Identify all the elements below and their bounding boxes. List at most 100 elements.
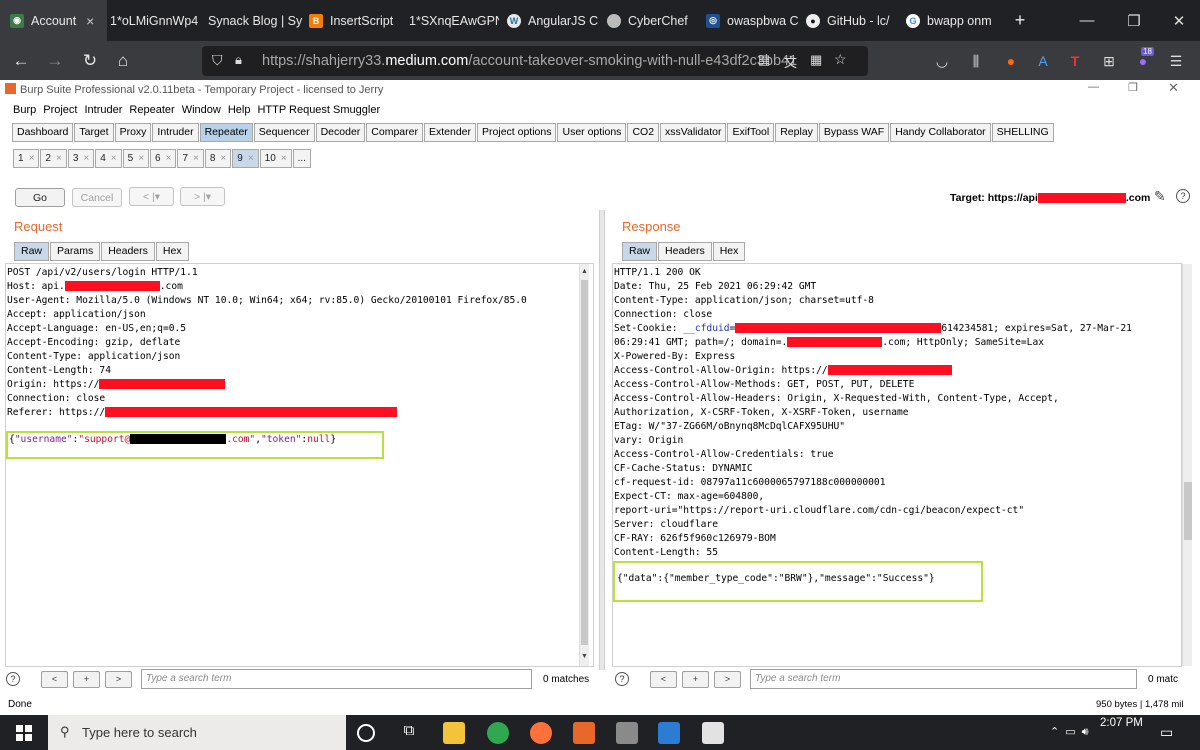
grid-icon[interactable]: ▦ [810, 52, 822, 68]
tab-target[interactable]: Target [74, 123, 114, 142]
request-body[interactable]: {"username":"support@ .com","token":null} [9, 433, 336, 447]
target-help-icon[interactable]: ? [1176, 189, 1190, 203]
close-tab-icon[interactable]: × [111, 153, 117, 164]
extensions-icon[interactable]: ⊞ [1098, 50, 1120, 72]
repeater-tab-more[interactable]: ... [292, 149, 311, 168]
scroll-up-icon[interactable]: ▲ [580, 268, 589, 275]
task-view-icon[interactable]: ⧉ [398, 722, 420, 744]
browser-tab-angularjs[interactable]: W AngularJS C [507, 0, 599, 41]
cortana-icon[interactable] [357, 724, 375, 742]
tab-sequencer[interactable]: Sequencer [253, 123, 315, 142]
close-tab-icon[interactable]: × [83, 153, 89, 164]
edit-target-icon[interactable]: ✎ [1154, 188, 1166, 205]
menu-intruder[interactable]: Intruder [85, 104, 123, 116]
response-tab-hex[interactable]: Hex [712, 242, 746, 261]
url-bar[interactable]: ⛉ 🔒︎ https://shahjerry33.medium.com/acco… [202, 46, 868, 76]
menu-project[interactable]: Project [43, 104, 77, 116]
search-add-button[interactable]: + [682, 670, 709, 688]
repeater-tab-8[interactable]: 8 × [204, 149, 232, 168]
browser-tab-synack[interactable]: Synack Blog | Sy [208, 0, 303, 41]
response-scrollbar[interactable] [1182, 264, 1192, 666]
tab-replay[interactable]: Replay [775, 123, 818, 142]
repeater-tab-1[interactable]: 1 × [13, 149, 40, 168]
repeater-tab-9[interactable]: 9 × [232, 149, 259, 168]
cancel-button[interactable]: Cancel [72, 188, 122, 207]
burp-taskbar-icon[interactable] [573, 722, 595, 744]
menu-http-request-smuggler[interactable]: HTTP Request Smuggler [257, 104, 380, 116]
request-tab-hex[interactable]: Hex [155, 242, 189, 261]
search-prev-button[interactable]: < [650, 670, 677, 688]
browser-tab-cyberchef[interactable]: CyberChef [607, 0, 697, 41]
tab-handy-collaborator[interactable]: Handy Collaborator [890, 123, 991, 142]
reload-icon[interactable]: ↻ [77, 48, 103, 74]
browser-tab-image-2[interactable]: 1*SXnqEAwGPN [409, 0, 499, 41]
system-tray-icons[interactable]: ⌃▭🔊︎ [1050, 725, 1095, 739]
close-tab-icon[interactable]: × [248, 153, 254, 164]
extension-fox-icon[interactable]: ● [1000, 50, 1022, 72]
back-icon[interactable]: ← [8, 48, 34, 74]
browser-tab-github[interactable]: ● GitHub - lc/ [806, 0, 898, 41]
extension-translate-icon[interactable]: A [1032, 50, 1054, 72]
notification-icon[interactable]: ▭ [1160, 724, 1173, 741]
tab-exiftool[interactable]: ExifTool [727, 123, 775, 142]
close-tab-icon[interactable]: × [281, 153, 287, 164]
windows-start-icon[interactable] [16, 725, 32, 741]
taskbar-clock[interactable]: 2:07 PM [1100, 717, 1143, 729]
translate-icon[interactable]: 文 [784, 52, 797, 71]
tab-bypass-waf[interactable]: Bypass WAF [818, 123, 890, 142]
repeater-tab-3[interactable]: 3 × [67, 149, 95, 168]
menu-repeater[interactable]: Repeater [129, 104, 174, 116]
request-tab-raw[interactable]: Raw [14, 242, 50, 261]
extension-t-icon[interactable]: T [1064, 50, 1086, 72]
pocket-icon[interactable]: ◡ [931, 50, 953, 72]
tab-project-options[interactable]: Project options [477, 123, 557, 142]
close-tab-icon[interactable]: × [166, 153, 172, 164]
tab-decoder[interactable]: Decoder [315, 123, 366, 142]
tab-comparer[interactable]: Comparer [366, 123, 423, 142]
minimize-icon[interactable]: — [1064, 0, 1110, 41]
tab-extender[interactable]: Extender [423, 123, 477, 142]
response-scroll-thumb[interactable] [1184, 482, 1192, 540]
menu-help[interactable]: Help [228, 104, 251, 116]
repeater-tab-4[interactable]: 4 × [95, 149, 122, 168]
close-tab-icon[interactable]: × [56, 153, 62, 164]
browser-tab-bwapp[interactable]: G bwapp onm [906, 0, 996, 41]
close-window-icon[interactable]: ✕ [1156, 0, 1200, 41]
request-scroll-thumb[interactable] [581, 280, 588, 645]
browser-tab-image-1[interactable]: 1*oLMiGnnWp4 [110, 0, 198, 41]
burp-close-icon[interactable]: ✕ [1168, 80, 1179, 96]
menu-burp[interactable]: Burp [13, 104, 36, 116]
request-help-icon[interactable]: ? [6, 672, 20, 686]
taskbar-search-box[interactable]: ⚲ Type here to search [48, 715, 346, 750]
new-tab-button[interactable]: + [1005, 0, 1035, 41]
tab-intruder[interactable]: Intruder [152, 123, 199, 142]
mail-icon[interactable] [658, 722, 680, 744]
browser-tab-owaspbwa[interactable]: ◎ owaspbwa C [706, 0, 798, 41]
repeater-tab-6[interactable]: 6 × [150, 149, 177, 168]
reader-view-icon[interactable]: ▤ [758, 52, 770, 68]
response-tab-raw[interactable]: Raw [622, 242, 658, 261]
search-add-button[interactable]: + [73, 670, 100, 688]
close-tab-icon[interactable]: × [86, 13, 94, 29]
search-next-button[interactable]: > [714, 670, 741, 688]
tab-user-options[interactable]: User options [557, 123, 627, 142]
browser-tab-insertscript[interactable]: B InsertScript [309, 0, 401, 41]
home-icon[interactable]: ⌂ [110, 48, 136, 74]
repeater-tab-7[interactable]: 7 × [177, 149, 204, 168]
back-history-button[interactable]: < |▾ [129, 187, 174, 206]
close-tab-icon[interactable]: × [220, 153, 226, 164]
close-tab-icon[interactable]: × [29, 153, 35, 164]
response-tab-headers[interactable]: Headers [658, 242, 712, 261]
tab-co2[interactable]: CO2 [627, 123, 660, 142]
search-prev-button[interactable]: < [41, 670, 68, 688]
library-icon[interactable]: ⫼ [965, 50, 987, 72]
shield-icon[interactable]: ⛉ [212, 52, 223, 69]
close-tab-icon[interactable]: × [138, 153, 144, 164]
bookmark-star-icon[interactable]: ☆ [834, 51, 847, 68]
forward-history-button[interactable]: > |▾ [180, 187, 225, 206]
tab-shelling[interactable]: SHELLING [991, 123, 1054, 142]
burp-restore-icon[interactable]: ❐ [1128, 81, 1138, 94]
tab-xssvalidator[interactable]: xssValidator [660, 123, 727, 142]
response-help-icon[interactable]: ? [615, 672, 629, 686]
request-tab-headers[interactable]: Headers [101, 242, 155, 261]
